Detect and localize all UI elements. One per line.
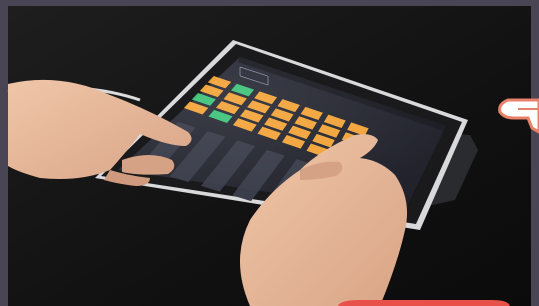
red-badge-icon	[338, 300, 510, 306]
photo-frame	[0, 0, 539, 306]
tablet-photo	[0, 0, 539, 306]
